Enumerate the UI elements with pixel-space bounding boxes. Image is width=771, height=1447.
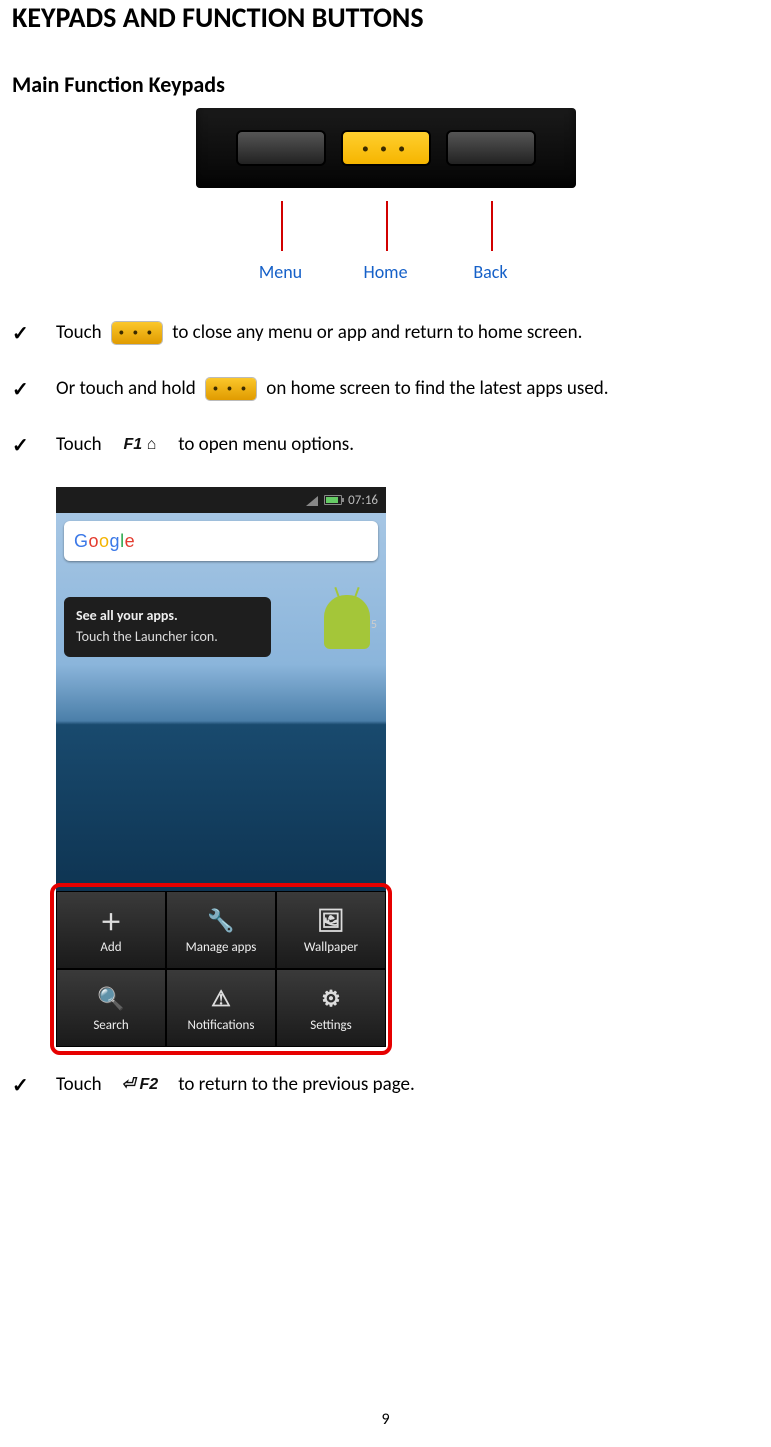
check-icon: ✓ xyxy=(12,1071,56,1101)
label-menu: Menu xyxy=(259,261,302,283)
home-button-icon xyxy=(112,322,162,344)
label-back: Back xyxy=(473,261,507,283)
menu-wallpaper[interactable]: 🖼 Wallpaper xyxy=(276,891,386,969)
callout-lines xyxy=(196,201,576,261)
options-menu: ＋ Add 🔧 Manage apps 🖼 Wallpaper 🔍 Search… xyxy=(56,891,386,1047)
signal-icon xyxy=(304,494,318,506)
battery-icon xyxy=(324,495,342,505)
f1-button-icon: F1 ⌂ xyxy=(112,434,168,456)
menu-notifications[interactable]: ⚠ Notifications xyxy=(166,969,276,1047)
wallpaper xyxy=(56,513,386,891)
bullet-item: ✓ Or touch and hold on home screen to fi… xyxy=(12,375,759,405)
plus-icon: ＋ xyxy=(96,906,126,936)
tip-title: See all your apps. xyxy=(76,607,259,626)
menu-settings[interactable]: ⚙ Settings xyxy=(276,969,386,1047)
bullet-item: ✓ Touch to close any menu or app and ret… xyxy=(12,319,759,349)
android-robot-icon xyxy=(324,595,370,649)
page-number: 9 xyxy=(0,1410,771,1429)
keypad-f1-button xyxy=(236,130,326,166)
check-icon: ✓ xyxy=(12,375,56,405)
picture-icon: 🖼 xyxy=(316,906,346,936)
bullet-item: ✓ Touch ⏎ F2 to return to the previous p… xyxy=(12,1071,759,1101)
keypad-figure xyxy=(12,108,759,193)
menu-search[interactable]: 🔍 Search xyxy=(56,969,166,1047)
wrench-icon: 🔧 xyxy=(206,906,236,936)
f2-button-icon: ⏎ F2 xyxy=(112,1074,168,1096)
menu-manage-apps[interactable]: 🔧 Manage apps xyxy=(166,891,276,969)
google-search-bar[interactable]: Google xyxy=(64,521,378,561)
tip-body: Touch the Launcher icon. xyxy=(76,628,218,645)
keypad-labels: Menu Home Back xyxy=(196,261,576,285)
search-icon: 🔍 xyxy=(96,984,126,1014)
tip-bubble: See all your apps. Touch the Launcher ic… xyxy=(64,597,271,657)
keypad-f2-button xyxy=(446,130,536,166)
keypad-image xyxy=(196,108,576,188)
status-time: 07:16 xyxy=(348,493,378,508)
page-title: KEYPADS AND FUNCTION BUTTONS xyxy=(12,0,759,35)
device-screenshot: 07:16 Google See all your apps. Touch th… xyxy=(56,487,386,1047)
home-button-icon xyxy=(206,378,256,400)
menu-add[interactable]: ＋ Add xyxy=(56,891,166,969)
bullet-item: ✓ Touch F1 ⌂ to open menu options. xyxy=(12,431,759,461)
label-home: Home xyxy=(363,261,407,283)
gear-icon: ⚙ xyxy=(316,984,346,1014)
check-icon: ✓ xyxy=(12,431,56,461)
keypad-home-button xyxy=(341,130,431,166)
status-bar: 07:16 xyxy=(56,487,386,513)
alert-icon: ⚠ xyxy=(206,984,236,1014)
google-logo: Google xyxy=(74,531,135,552)
section-subtitle: Main Function Keypads xyxy=(12,71,759,98)
check-icon: ✓ xyxy=(12,319,56,349)
